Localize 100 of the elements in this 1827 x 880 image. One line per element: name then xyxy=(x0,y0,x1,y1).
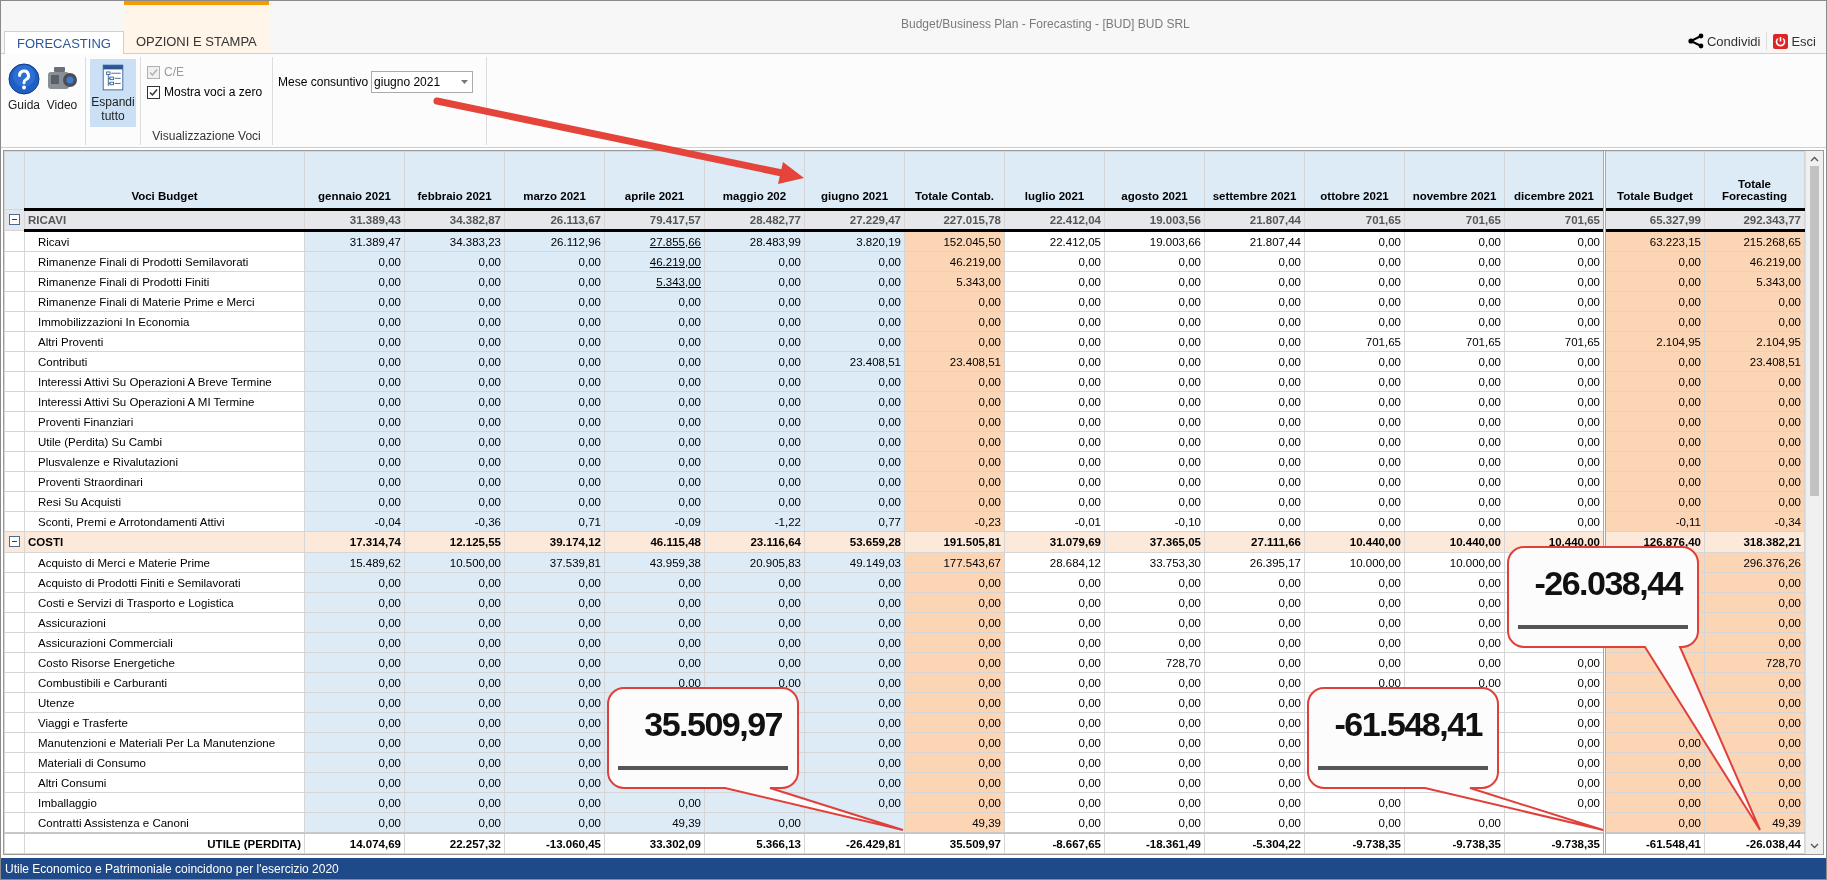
field-label: Mese consuntivo xyxy=(278,75,369,89)
column-header: dicembre 2021 xyxy=(1504,151,1605,210)
row-label: Acquisto di Merci e Materie Prime xyxy=(24,552,305,573)
table-cell: 0,00 xyxy=(1604,411,1705,432)
row-label: Viaggi e Trasferte xyxy=(24,712,305,733)
row-label: Sconti, Premi e Arrotondamenti Attivi xyxy=(24,511,305,532)
table-cell: 28.482,77 xyxy=(704,209,805,231)
table-cell: -13.060,45 xyxy=(504,833,605,854)
table-cell: 0,00 xyxy=(1604,431,1705,452)
row-label: Utenze xyxy=(24,692,305,713)
table-cell: 0,00 xyxy=(1604,391,1705,412)
checkbox[interactable] xyxy=(147,85,161,99)
scroll-down-icon[interactable] xyxy=(1810,843,1819,849)
table-cell: 31.389,43 xyxy=(304,209,405,231)
share-button[interactable]: Condividi xyxy=(1681,33,1767,49)
table-cell: -9.738,35 xyxy=(1404,833,1505,854)
table-cell: 21.807,44 xyxy=(1204,209,1305,231)
table-cell: 0,00 xyxy=(1604,491,1705,512)
table-cell: 34.382,87 xyxy=(404,209,505,231)
row-label: Assicurazioni Commerciali xyxy=(24,632,305,653)
row-label: Proventi Straordinari xyxy=(24,471,305,492)
column-header: Voci Budget xyxy=(24,151,305,210)
table-cell: 701,65 xyxy=(1404,209,1505,231)
group-label: Visualizzazione Voci xyxy=(151,129,262,143)
scrollbar-thumb[interactable] xyxy=(1810,166,1819,496)
row-label: Resi Su Acquisti xyxy=(24,491,305,512)
table-cell: 0,00 xyxy=(1604,251,1705,272)
table-cell: 79.417,57 xyxy=(604,209,705,231)
table-cell: 0,00 xyxy=(1604,351,1705,372)
scrollbar[interactable] xyxy=(1805,151,1823,854)
column-header: settembre 2021 xyxy=(1204,151,1305,210)
exit-button[interactable]: Esci xyxy=(1767,33,1822,49)
row-label: Combustibili e Carburanti xyxy=(24,672,305,693)
column-header: Totale Budget xyxy=(1604,151,1705,210)
column-header: Totale Contab. xyxy=(904,151,1005,210)
column-header: giugno 2021 xyxy=(804,151,905,210)
scroll-up-icon[interactable] xyxy=(1810,156,1819,162)
row-label: Altri Consumi xyxy=(24,772,305,793)
row-label: Imballaggio xyxy=(24,792,305,813)
column-header: aprile 2021 xyxy=(604,151,705,210)
table-cell: -61.548,41 xyxy=(1604,833,1705,854)
table-cell: 292.343,77 xyxy=(1704,209,1805,231)
column-header: agosto 2021 xyxy=(1104,151,1205,210)
month-dropdown[interactable]: giugno 2021 xyxy=(371,71,474,93)
table-cell: 33.302,09 xyxy=(604,833,705,854)
row-label: Rimanenze Finali di Prodotti Finiti xyxy=(24,271,305,292)
table-cell: 27.229,47 xyxy=(804,209,905,231)
column-header: gennaio 2021 xyxy=(304,151,405,210)
row-label: Altri Proventi xyxy=(24,331,305,352)
table-cell: -0,11 xyxy=(1604,511,1705,532)
row-label: Rimanenze Finali di Materie Prime e Merci xyxy=(24,291,305,312)
table-cell: -26.038,44 xyxy=(1704,833,1805,854)
row-label: Utile (Perdita) Su Cambi xyxy=(24,431,305,452)
window-title: Budget/Business Plan - Forecasting - [BUD] BUD SRL xyxy=(899,16,1191,33)
group-label: RICAVI xyxy=(24,209,305,231)
power-icon xyxy=(1773,33,1789,49)
table-cell: 701,65 xyxy=(1304,209,1405,231)
table-cell: -9.738,35 xyxy=(1304,833,1405,854)
callout-text: -26.038,44 xyxy=(1533,563,1682,603)
column-header: ottobre 2021 xyxy=(1304,151,1405,210)
table-cell: 0,00 xyxy=(1604,291,1705,312)
table-cell: 0,00 xyxy=(1604,371,1705,392)
group-label: COSTI xyxy=(24,531,305,553)
table-cell: 0,00 xyxy=(1604,311,1705,332)
column-header: novembre 2021 xyxy=(1404,151,1505,210)
video-button[interactable]: Video xyxy=(43,59,82,143)
callout-text: -61.548,41 xyxy=(1333,704,1482,744)
column-header: Totale Forecasting xyxy=(1704,151,1805,210)
column-header: febbraio 2021 xyxy=(404,151,505,210)
table-cell: -8.667,65 xyxy=(1004,833,1105,854)
row-label: Materiali di Consumo xyxy=(24,752,305,773)
help-icon xyxy=(8,63,40,95)
dropdown-caret-icon xyxy=(461,80,469,84)
table-cell: 35.509,97 xyxy=(904,833,1005,854)
row-label: Interessi Attivi Su Operazioni A Breve Termine xyxy=(24,371,305,392)
row-label: Proventi Finanziari xyxy=(24,411,305,432)
table-cell: 0,00 xyxy=(1604,792,1705,813)
table-cell: 26.113,67 xyxy=(504,209,605,231)
ribbon-tab[interactable]: FORECASTING xyxy=(4,31,124,54)
table-cell: 19.003,56 xyxy=(1104,209,1205,231)
table-cell: -5.304,22 xyxy=(1204,833,1305,854)
row-label: Immobilizzazioni In Economia xyxy=(24,311,305,332)
table-cell: 22.257,32 xyxy=(404,833,505,854)
table-cell: 0,00 xyxy=(1604,451,1705,472)
help-button[interactable]: Guida xyxy=(5,59,44,143)
table-cell: 63.223,15 xyxy=(1604,230,1705,252)
table-cell: 5.366,13 xyxy=(704,833,805,854)
table-cell: 0,00 xyxy=(1604,271,1705,292)
row-label: Plusvalenze e Rivalutazioni xyxy=(24,451,305,472)
table-cell: 2.104,95 xyxy=(1604,331,1705,352)
row-label: Costi e Servizi di Trasporto e Logistica xyxy=(24,592,305,613)
checkbox-label: Mostra voci a zero xyxy=(164,85,263,99)
table-cell: 0,00 xyxy=(1604,471,1705,492)
collapse-icon[interactable] xyxy=(9,535,20,547)
share-icon xyxy=(1687,33,1704,49)
table-cell: 701,65 xyxy=(1504,209,1605,231)
table-cell: -18.361,49 xyxy=(1104,833,1205,854)
table-cell: -9.738,35 xyxy=(1504,833,1605,854)
collapse-icon[interactable] xyxy=(9,213,20,225)
expand-all-button[interactable]: Espandi tutto xyxy=(90,59,137,127)
